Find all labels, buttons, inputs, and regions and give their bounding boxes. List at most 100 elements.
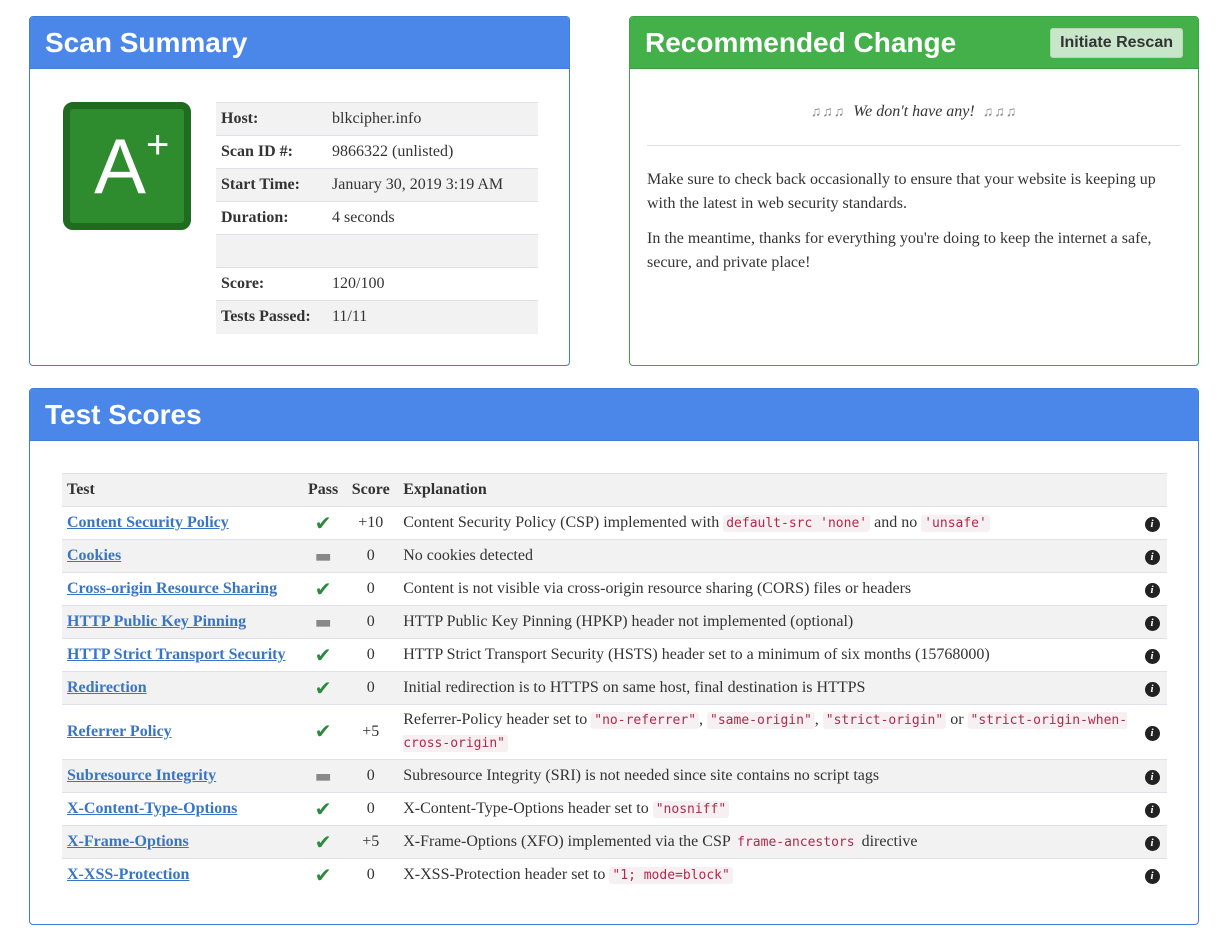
test-cell: Cross-origin Resource Sharing (62, 572, 303, 606)
summary-key: Host: (216, 102, 327, 136)
summary-row: Scan ID #: 9866322 (unlisted) (216, 135, 538, 169)
info-cell: i (1137, 572, 1167, 606)
score-cell: 0 (343, 759, 399, 793)
test-cell: Redirection (62, 671, 303, 705)
pass-cell: ▬ (303, 605, 344, 639)
explanation-text: and no (870, 514, 922, 531)
table-row: Cross-origin Resource Sharing ✔ 0 Content i… (62, 572, 1167, 606)
test-scores-title: Test Scores (45, 398, 202, 430)
code-snippet: "same-origin" (707, 712, 815, 729)
recommended-change-card: Recommended Change Initiate Rescan ♫♫♫ W… (629, 16, 1199, 366)
summary-value: January 30, 2019 3:19 AM (327, 168, 538, 202)
initiate-rescan-button[interactable]: Initiate Rescan (1050, 27, 1183, 58)
info-icon[interactable]: i (1144, 770, 1160, 785)
score-cell: 0 (343, 539, 399, 573)
info-icon[interactable]: i (1144, 869, 1160, 885)
summary-table: Host: blkcipher.info Scan ID #: 9866322 (un… (216, 102, 538, 334)
code-snippet: "no-referrer" (591, 712, 700, 729)
info-cell: i (1137, 704, 1167, 760)
col-test: Test (62, 473, 303, 507)
code-snippet: "nosniff" (652, 801, 730, 818)
info-cell: i (1137, 825, 1167, 859)
summary-key: Tests Passed: (216, 300, 327, 334)
test-cell: Referrer Policy (62, 704, 303, 760)
test-link[interactable]: X-XSS-Protection (67, 866, 189, 883)
recommendation-paragraph: Make sure to check back occasionally to … (647, 171, 1156, 212)
test-cell: HTTP Strict Transport Security (62, 638, 303, 672)
info-icon[interactable]: i (1144, 517, 1160, 532)
col-score: Score (343, 473, 399, 507)
table-row: Redirection ✔ 0 Initial redirection is to H… (62, 671, 1167, 705)
summary-key: Duration: (216, 201, 327, 235)
score-cell: 0 (343, 572, 399, 606)
minus-icon: ▬ (314, 545, 332, 567)
info-cell: i (1137, 638, 1167, 672)
pass-cell: ✔ (303, 825, 344, 859)
test-link[interactable]: Content Security Policy (67, 514, 229, 531)
test-link[interactable]: Redirection (67, 679, 147, 696)
explanation-text: or (946, 711, 968, 728)
summary-value: 4 seconds (327, 201, 538, 235)
summary-key: Score: (216, 267, 327, 301)
recommended-change-title: Recommended Change (645, 26, 957, 58)
minus-icon: ▬ (314, 611, 332, 633)
info-icon[interactable]: i (1144, 682, 1160, 697)
info-icon[interactable]: i (1144, 583, 1160, 598)
recommendation-paragraph: In the meantime, thanks for everything y… (647, 230, 1152, 271)
info-icon[interactable]: i (1144, 649, 1160, 664)
test-link[interactable]: HTTP Strict Transport Security (67, 646, 286, 663)
pass-cell: ✔ (303, 671, 344, 705)
summary-row: Score: 120/100 (216, 267, 538, 301)
test-link[interactable]: X-Content-Type-Options (67, 800, 237, 817)
check-icon: ✔ (314, 511, 332, 535)
explanation-text: directive (857, 833, 918, 850)
minus-icon: ▬ (314, 765, 332, 787)
pass-cell: ✔ (303, 506, 344, 540)
explanation-cell: Initial redirection is to HTTPS on same … (398, 671, 1137, 705)
test-scores-header: Test Scores (30, 389, 1198, 441)
test-link[interactable]: Cross-origin Resource Sharing (67, 580, 277, 597)
col-info (1137, 473, 1167, 507)
pass-cell: ✔ (303, 638, 344, 672)
summary-value: 120/100 (327, 267, 538, 301)
scan-summary-header: Scan Summary (30, 17, 569, 69)
info-icon[interactable]: i (1144, 550, 1160, 565)
info-cell: i (1137, 506, 1167, 540)
score-cell: 0 (343, 671, 399, 705)
test-link[interactable]: Referrer Policy (67, 723, 172, 740)
score-cell: 0 (343, 605, 399, 639)
score-cell: 0 (343, 792, 399, 826)
score-cell: +5 (343, 825, 399, 859)
code-snippet: frame-ancestors (734, 834, 858, 851)
table-row: HTTP Public Key Pinning ▬ 0 HTTP Public Key… (62, 605, 1167, 639)
info-icon[interactable]: i (1144, 803, 1160, 818)
info-icon[interactable]: i (1144, 616, 1160, 631)
test-cell: Content Security Policy (62, 506, 303, 540)
explanation-text: No cookies detected (403, 547, 533, 564)
pass-cell: ✔ (303, 572, 344, 606)
summary-value (327, 234, 538, 268)
scan-summary-title: Scan Summary (45, 26, 248, 58)
summary-row: Start Time: January 30, 2019 3:19 AM (216, 168, 538, 202)
no-recommendations: ♫♫♫ We don't have any! ♫♫♫ (647, 69, 1181, 146)
test-link[interactable]: Cookies (67, 547, 121, 564)
summary-key (216, 234, 327, 268)
explanation-cell: Subresource Integrity (SRI) is not neede… (398, 759, 1137, 793)
grade-letter: A (94, 122, 147, 210)
summary-value: 11/11 (327, 300, 538, 334)
col-explanation: Explanation (398, 473, 1137, 507)
info-icon[interactable]: i (1144, 836, 1160, 851)
test-link[interactable]: X-Frame-Options (67, 833, 189, 850)
explanation-cell: Referrer-Policy header set to "no-referr… (398, 704, 1137, 760)
explanation-cell: HTTP Public Key Pinning (HPKP) header no… (398, 605, 1137, 639)
explanation-cell: X-Content-Type-Options header set to "no… (398, 792, 1137, 826)
grade-modifier: + (146, 123, 170, 167)
info-icon[interactable]: i (1144, 726, 1160, 741)
explanation-cell: Content is not visible via cross-origin … (398, 572, 1137, 606)
test-cell: X-XSS-Protection (62, 858, 303, 892)
test-link[interactable]: HTTP Public Key Pinning (67, 613, 246, 630)
check-icon: ✔ (314, 863, 332, 888)
table-row: Cookies ▬ 0 No cookies detected i (62, 539, 1167, 573)
no-recommendations-text: We don't have any! (853, 103, 975, 120)
test-link[interactable]: Subresource Integrity (67, 767, 216, 784)
